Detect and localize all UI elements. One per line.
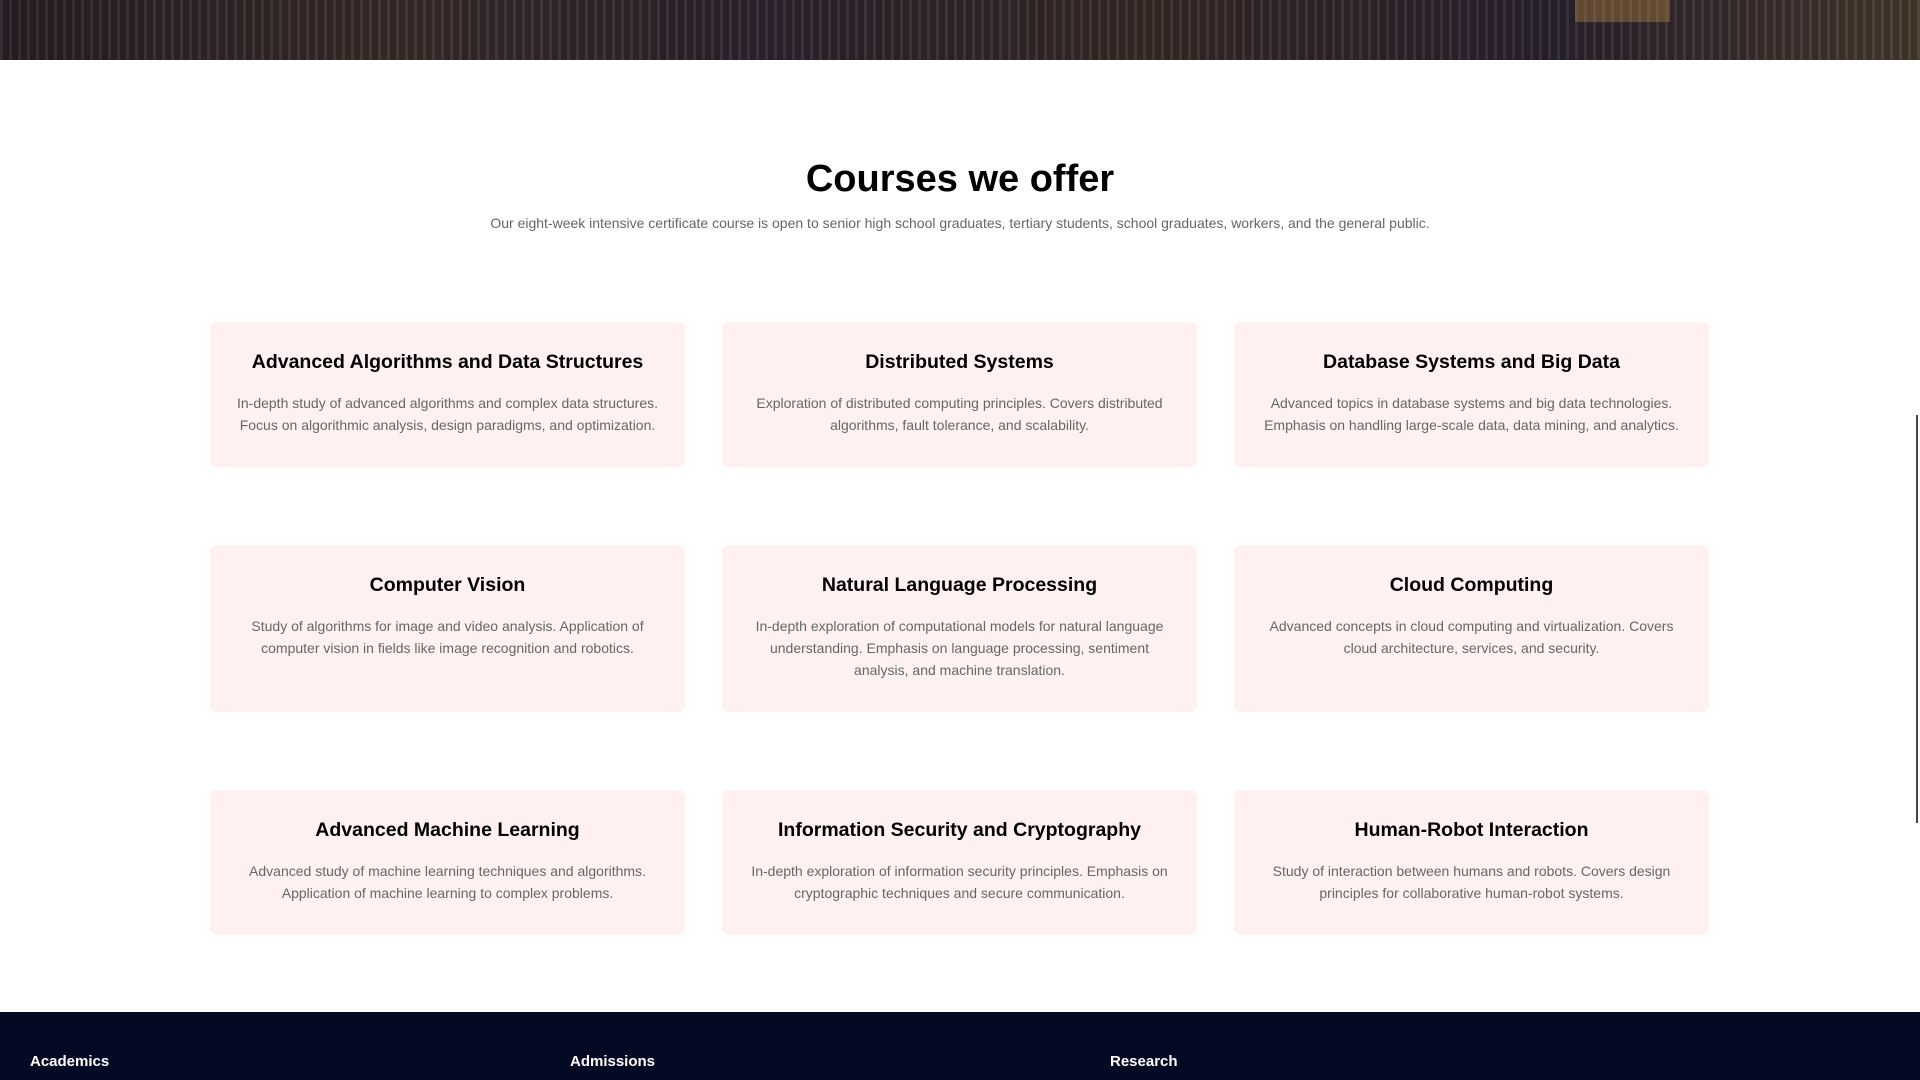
site-footer: Academics Admissions Research	[0, 1012, 1920, 1080]
course-card[interactable]: Cloud Computing Advanced concepts in clo…	[1234, 545, 1709, 712]
section-subtitle: Our eight-week intensive certificate cou…	[490, 215, 1430, 231]
course-card[interactable]: Database Systems and Big Data Advanced t…	[1234, 322, 1709, 467]
course-card[interactable]: Computer Vision Study of algorithms for …	[210, 545, 685, 712]
course-title: Human-Robot Interaction	[1354, 819, 1589, 841]
course-description: In-depth study of advanced algorithms an…	[236, 395, 658, 433]
hero-image	[0, 0, 1920, 60]
section-title: Courses we offer	[805, 158, 1115, 200]
footer-heading-admissions[interactable]: Admissions	[570, 1053, 655, 1070]
course-description: Advanced topics in database systems and …	[1264, 395, 1679, 433]
course-description: In-depth exploration of computational mo…	[755, 618, 1164, 678]
course-description: Study of interaction between humans and …	[1272, 863, 1671, 901]
course-card[interactable]: Natural Language Processing In-depth exp…	[722, 545, 1197, 712]
footer-heading-research[interactable]: Research	[1110, 1053, 1178, 1070]
course-card[interactable]: Information Security and Cryptography In…	[722, 790, 1197, 935]
course-title: Information Security and Cryptography	[778, 819, 1141, 841]
course-description: Exploration of distributed computing pri…	[756, 395, 1163, 433]
course-description: Advanced concepts in cloud computing and…	[1269, 618, 1674, 656]
course-card[interactable]: Distributed Systems Exploration of distr…	[722, 322, 1197, 467]
footer-heading-academics[interactable]: Academics	[30, 1053, 109, 1070]
course-description: In-depth exploration of information secu…	[751, 863, 1168, 901]
scrollbar-thumb[interactable]	[1916, 415, 1918, 823]
course-title: Advanced Machine Learning	[315, 819, 580, 841]
course-description: Study of algorithms for image and video …	[251, 618, 644, 656]
hero-image-highlight	[1575, 0, 1670, 22]
page-scrollbar[interactable]	[1914, 0, 1920, 1080]
course-description: Advanced study of machine learning techn…	[249, 863, 646, 901]
course-title: Distributed Systems	[865, 351, 1054, 373]
course-title: Natural Language Processing	[821, 574, 1098, 596]
course-title: Database Systems and Big Data	[1323, 351, 1620, 373]
course-card[interactable]: Advanced Machine Learning Advanced study…	[210, 790, 685, 935]
course-title: Cloud Computing	[1389, 574, 1554, 596]
course-title: Advanced Algorithms and Data Structures	[251, 351, 644, 373]
course-card[interactable]: Human-Robot Interaction Study of interac…	[1234, 790, 1709, 935]
course-title: Computer Vision	[369, 574, 526, 596]
course-card[interactable]: Advanced Algorithms and Data Structures …	[210, 322, 685, 467]
